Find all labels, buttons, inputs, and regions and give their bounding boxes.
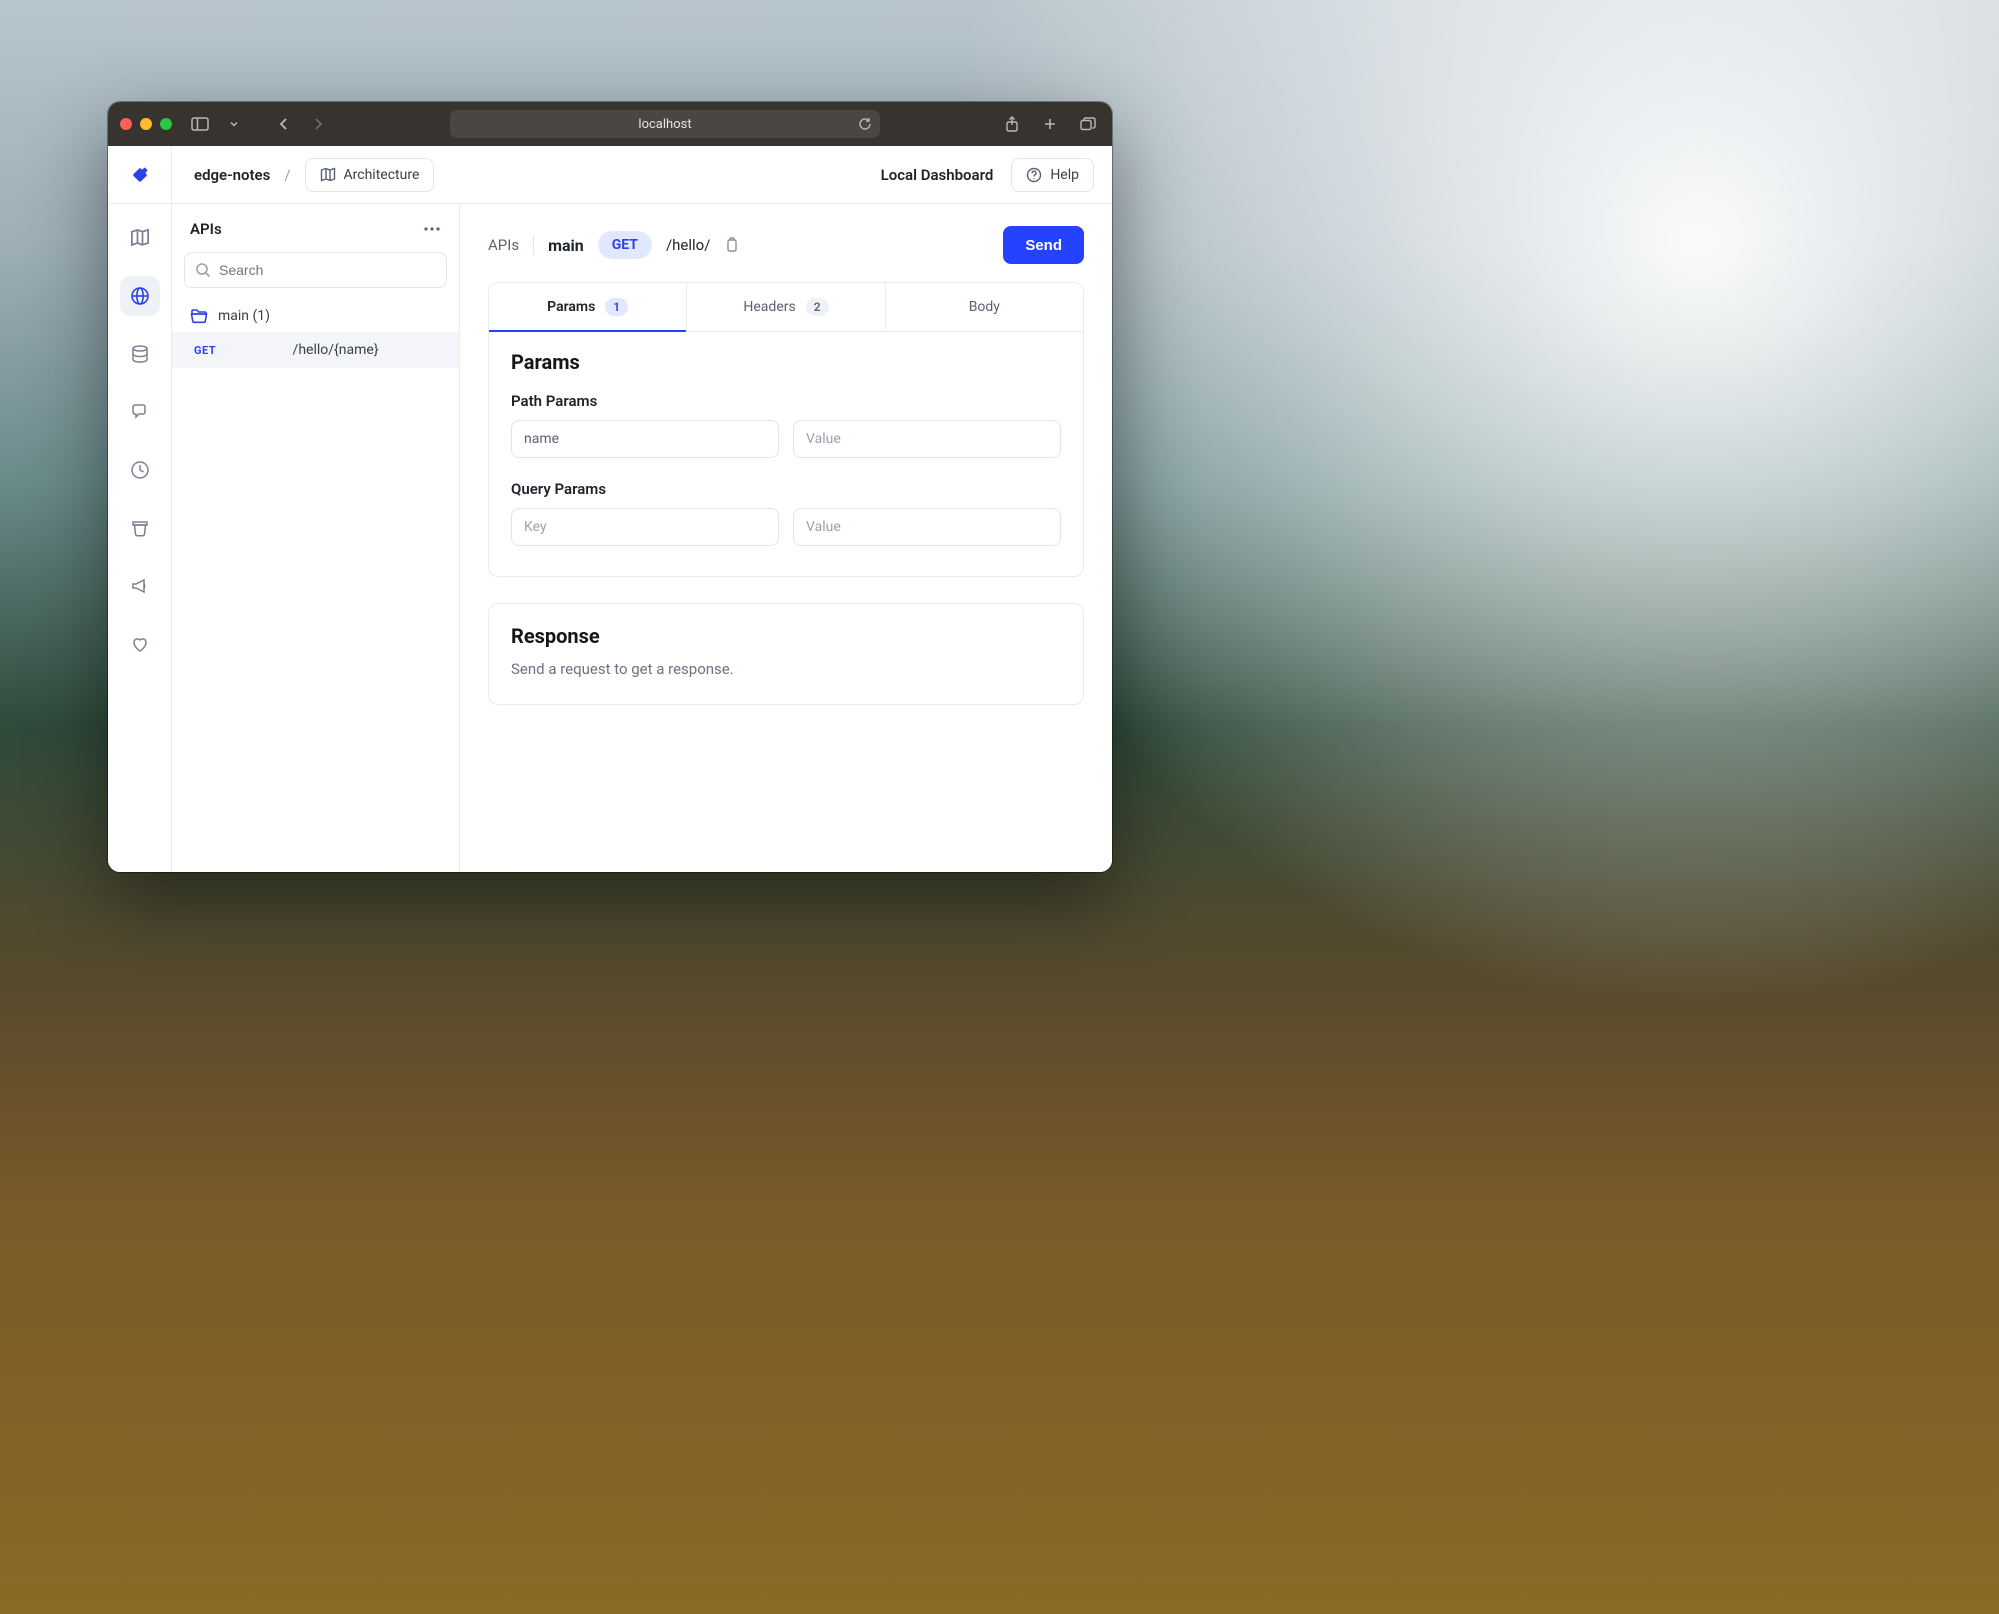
tab-params-label: Params [547, 299, 595, 315]
search-input[interactable] [184, 252, 447, 288]
api-folder-main[interactable]: main (1) [172, 300, 459, 332]
response-empty-text: Send a request to get a response. [511, 660, 1061, 678]
request-line: APIs main GET /hello/ Send [488, 226, 1084, 264]
path-param-key-input[interactable]: name [511, 420, 779, 458]
rail-schedules[interactable] [120, 450, 160, 490]
apis-label: APIs [488, 236, 519, 254]
endpoint-path: /hello/{name} [230, 342, 441, 358]
browser-titlebar: localhost [108, 102, 1112, 146]
api-name: main [548, 236, 584, 255]
tabs-overview-icon[interactable] [1076, 112, 1100, 136]
maximize-window-button[interactable] [160, 118, 172, 130]
search-icon [195, 262, 211, 278]
close-window-button[interactable] [120, 118, 132, 130]
tab-body[interactable]: Body [886, 283, 1083, 331]
rail-announcements[interactable] [120, 566, 160, 606]
address-text: localhost [638, 117, 691, 132]
folder-open-icon [190, 308, 208, 324]
new-tab-icon[interactable] [1038, 112, 1062, 136]
request-path: /hello/ [666, 236, 710, 254]
sidebar-toggle-icon[interactable] [188, 112, 212, 136]
response-heading: Response [511, 624, 1061, 648]
response-card: Response Send a request to get a respons… [488, 603, 1084, 705]
tab-headers-label: Headers [743, 299, 795, 315]
request-tabs: Params 1 Headers 2 Body [489, 283, 1083, 332]
rail-messages[interactable] [120, 392, 160, 432]
folder-label: main (1) [218, 308, 270, 324]
nav-rail [108, 204, 172, 872]
minimize-window-button[interactable] [140, 118, 152, 130]
architecture-button[interactable]: Architecture [305, 158, 435, 192]
tab-body-label: Body [969, 299, 1000, 315]
query-param-value-input[interactable]: Value [793, 508, 1061, 546]
app-topbar: edge-notes / Architecture Local Dashboar… [108, 146, 1112, 204]
path-param-value-input[interactable]: Value [793, 420, 1061, 458]
endpoint-method: GET [194, 344, 216, 357]
params-heading: Params [511, 350, 1061, 374]
query-param-key-input[interactable]: Key [511, 508, 779, 546]
sidebar-title: APIs [190, 220, 222, 238]
app-content: edge-notes / Architecture Local Dashboar… [108, 146, 1112, 872]
tab-params[interactable]: Params 1 [489, 283, 687, 331]
rail-apis[interactable] [120, 276, 160, 316]
main-panel: APIs main GET /hello/ Send Params [460, 204, 1112, 872]
forward-button [306, 112, 330, 136]
query-params-heading: Query Params [511, 480, 1061, 498]
copy-icon[interactable] [724, 237, 740, 253]
reload-icon[interactable] [858, 117, 872, 131]
window-controls [120, 118, 172, 130]
tab-headers[interactable]: Headers 2 [687, 283, 885, 331]
map-icon [320, 167, 336, 183]
tab-headers-count: 2 [806, 298, 829, 316]
help-button[interactable]: Help [1011, 158, 1094, 192]
rail-databases[interactable] [120, 334, 160, 374]
chevron-down-icon[interactable] [222, 112, 246, 136]
rail-favorites[interactable] [120, 624, 160, 664]
local-dashboard-link[interactable]: Local Dashboard [881, 166, 994, 184]
share-icon[interactable] [1000, 112, 1024, 136]
address-bar[interactable]: localhost [450, 110, 880, 138]
search-field[interactable] [219, 262, 436, 278]
sidebar: APIs main (1) [172, 204, 460, 872]
divider [533, 235, 534, 255]
params-card: Params 1 Headers 2 Body Params [488, 282, 1084, 577]
app-window: localhost edge-notes [108, 102, 1112, 872]
breadcrumb-slash: / [284, 166, 290, 184]
project-name[interactable]: edge-notes [194, 166, 270, 184]
rail-storage[interactable] [120, 508, 160, 548]
architecture-label: Architecture [344, 167, 420, 183]
rail-architecture[interactable] [120, 218, 160, 258]
help-icon [1026, 167, 1042, 183]
logo[interactable] [108, 146, 172, 203]
help-label: Help [1050, 167, 1079, 183]
method-chip[interactable]: GET [598, 231, 652, 259]
more-icon[interactable] [423, 226, 441, 232]
send-button[interactable]: Send [1003, 226, 1084, 264]
path-params-heading: Path Params [511, 392, 1061, 410]
endpoint-hello[interactable]: GET /hello/{name} [172, 332, 459, 368]
back-button[interactable] [272, 112, 296, 136]
tab-params-count: 1 [605, 298, 628, 316]
